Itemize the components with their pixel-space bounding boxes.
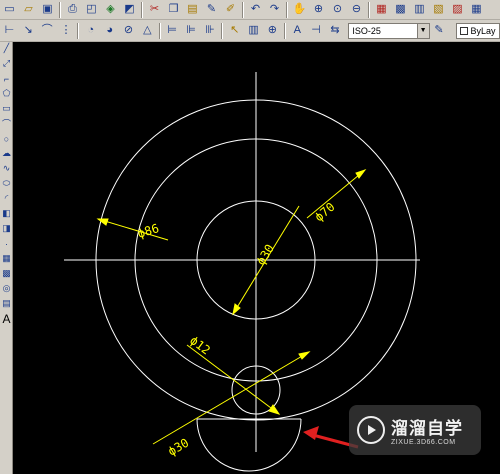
layer-color-select[interactable]: ByLay [456,22,500,39]
revision-cloud-icon[interactable]: ☁ [0,147,13,160]
watermark-title: 溜溜自学 [391,419,463,438]
zoom-previous-icon[interactable]: ⊖ [348,1,365,18]
match-prop-icon[interactable]: ✎ [203,1,220,18]
angular-dim-icon[interactable]: △ [139,22,156,39]
dim-style-manager-icon[interactable]: ✎ [431,22,448,39]
toolbar-separator [286,1,288,18]
play-logo-icon [357,416,385,444]
draw-toolbar: ╱ ⤢ ⌐ ⬠ ▭ ⌒ ○ ☁ ∿ ⬭ ◜ ◧ ◨ · ▦ ▩ ◎ ▤ A [0,42,13,474]
mtext-icon[interactable]: A [0,312,13,326]
cut-icon[interactable]: ✂ [146,1,163,18]
dimension-label-d30-inner: ϕ30 [254,242,277,268]
gradient-icon[interactable]: ▩ [0,267,13,280]
dimtedit-icon[interactable]: ⊣ [308,22,325,39]
linear-dim-icon[interactable]: ⊢ [1,22,18,39]
calculator-icon[interactable]: ▦ [468,1,485,18]
dimension-label-d70: ϕ70 [312,200,338,225]
design-center-icon[interactable]: ▩ [392,1,409,18]
preview-icon[interactable]: ◰ [83,1,100,18]
plot-icon[interactable]: ◩ [121,1,138,18]
zoom-window-icon[interactable]: ⊙ [329,1,346,18]
layer-value: ByLay [470,25,496,36]
dim-arrow-d86 [96,218,109,226]
toolbar-separator [59,1,61,18]
pan-icon[interactable]: ✋ [291,1,308,18]
dimension-label-d12: ϕ12 [187,333,213,357]
dim-arrow-d30-inner [232,303,241,316]
undo-icon[interactable]: ↶ [247,1,264,18]
baseline-dim-icon[interactable]: ⊫ [183,22,200,39]
chevron-down-icon[interactable]: ▼ [416,23,429,38]
arc-icon[interactable]: ⌒ [0,117,13,130]
make-block-icon[interactable]: ◨ [0,222,13,235]
line-icon[interactable]: ╱ [0,42,13,55]
polygon-icon[interactable]: ⬠ [0,87,13,100]
toolbar-separator [77,22,80,39]
dim-style-value: ISO-25 [352,25,381,36]
center-mark-icon[interactable]: ⊕ [264,22,281,39]
dim-update-icon[interactable]: ⇆ [327,22,344,39]
polyline-icon[interactable]: ⌐ [0,72,13,85]
insert-block-icon[interactable]: ◧ [0,207,13,220]
ordinate-dim-icon[interactable]: ⋮ [58,22,75,39]
toolbar-separator [141,1,143,18]
publish-icon[interactable]: ◈ [102,1,119,18]
watermark-subtitle: ZIXUE.3D66.COM [391,439,456,446]
arc-length-icon[interactable]: ⌒ [39,22,56,39]
dim-arrow-d12 [268,404,281,415]
table-icon[interactable]: ▤ [0,297,13,310]
dimension-toolbar: ⊢ ↘ ⌒ ⋮ ◔ ◕ ⊘ △ ⊨ ⊫ ⊪ ↖ ▥ ⊕ A ⊣ ⇆ ISO-25… [0,20,500,42]
zoom-realtime-icon[interactable]: ⊕ [310,1,327,18]
quick-dim-icon[interactable]: ⊨ [164,22,181,39]
cad-window: ▭ ▱ ▣ ⎙ ◰ ◈ ◩ ✂ ❐ ▤ ✎ ✐ ↶ ↷ ✋ ⊕ ⊙ ⊖ ▦ ▩ … [0,0,500,474]
dim-style-select[interactable]: ISO-25 ▼ [348,22,430,39]
radius-dim-icon[interactable]: ◔ [82,22,99,39]
continue-dim-icon[interactable]: ⊪ [201,22,218,39]
paste-icon[interactable]: ▤ [184,1,201,18]
properties-icon[interactable]: ▦ [373,1,390,18]
toolbar-separator [283,22,286,39]
watermark-badge: 溜溜自学 ZIXUE.3D66.COM [349,405,481,455]
qleader-icon[interactable]: ↖ [226,22,243,39]
diameter-dim-icon[interactable]: ⊘ [120,22,137,39]
region-icon[interactable]: ◎ [0,282,13,295]
spline-icon[interactable]: ∿ [0,162,13,175]
copy-icon[interactable]: ❐ [165,1,182,18]
dim-line-d30-lower [152,351,310,445]
dim-line-d12 [186,344,280,415]
block-editor-icon[interactable]: ✐ [222,1,239,18]
aligned-dim-icon[interactable]: ↘ [20,22,37,39]
dimension-label-d30-lower: ϕ30 [166,436,192,459]
jogged-dim-icon[interactable]: ◕ [101,22,118,39]
circle-icon[interactable]: ○ [0,132,13,145]
lower-arc-r30 [196,418,302,472]
dimension-label-d86: ϕ86 [136,221,161,241]
sheet-set-icon[interactable]: ▧ [430,1,447,18]
dimedit-icon[interactable]: A [289,22,306,39]
toolbar-separator [242,1,244,18]
standard-toolbar: ▭ ▱ ▣ ⎙ ◰ ◈ ◩ ✂ ❐ ▤ ✎ ✐ ↶ ↷ ✋ ⊕ ⊙ ⊖ ▦ ▩ … [0,0,500,20]
markup-icon[interactable]: ▨ [449,1,466,18]
ellipse-icon[interactable]: ⬭ [0,177,13,190]
new-icon[interactable]: ▭ [1,1,18,18]
open-icon[interactable]: ▱ [20,1,37,18]
print-icon[interactable]: ⎙ [64,1,81,18]
dim-arrow-d30-lower [298,351,311,360]
toolbar-separator [368,1,370,18]
toolbar-separator [221,22,224,39]
construction-line-icon[interactable]: ⤢ [0,57,13,70]
hatch-icon[interactable]: ▦ [0,252,13,265]
rectangle-icon[interactable]: ▭ [0,102,13,115]
color-swatch [460,26,469,35]
toolbar-separator [158,22,161,39]
tool-palettes-icon[interactable]: ▥ [411,1,428,18]
redo-icon[interactable]: ↷ [266,1,283,18]
ellipse-arc-icon[interactable]: ◜ [0,192,13,205]
point-icon[interactable]: · [0,237,13,250]
save-icon[interactable]: ▣ [39,1,56,18]
tolerance-icon[interactable]: ▥ [245,22,262,39]
